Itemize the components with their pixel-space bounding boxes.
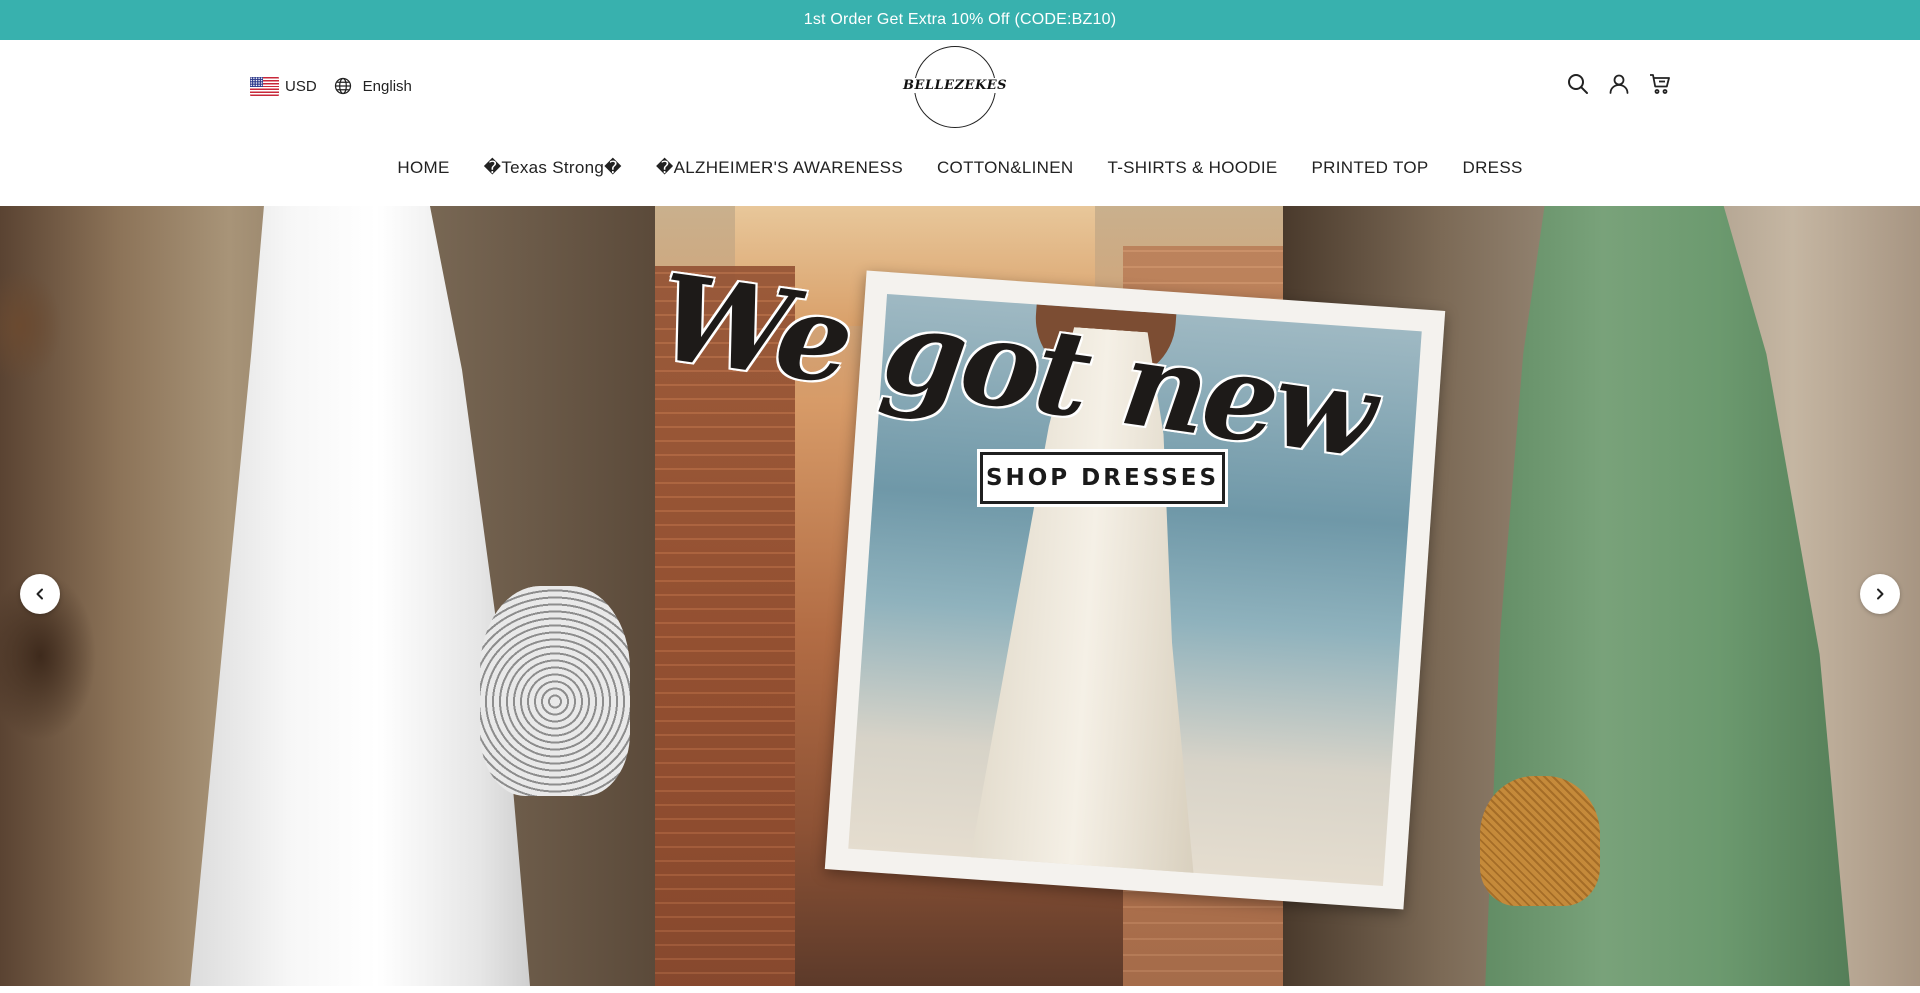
- announcement-text: 1st Order Get Extra 10% Off (CODE:BZ10): [803, 11, 1117, 28]
- globe-icon: [334, 77, 351, 95]
- logo-text: BELLEZEKES: [900, 77, 1010, 93]
- nav-item-cotton-linen[interactable]: COTTON&LINEN: [937, 158, 1073, 178]
- slider-next-button[interactable]: [1860, 574, 1900, 614]
- chevron-left-icon: [36, 588, 43, 600]
- nav-item-home[interactable]: HOME: [397, 158, 449, 178]
- straw-bag-image: [1480, 776, 1600, 906]
- site-logo[interactable]: BELLEZEKES: [900, 46, 1010, 128]
- nav-item-texas-strong[interactable]: �Texas Strong�: [484, 158, 622, 178]
- locale-selector: USD English: [250, 75, 412, 97]
- currency-selector[interactable]: USD: [250, 76, 317, 96]
- search-button[interactable]: [1566, 72, 1590, 96]
- shop-dresses-button[interactable]: SHOP DRESSES: [977, 449, 1228, 507]
- language-label: English: [362, 77, 412, 95]
- nav-item-printed-top[interactable]: PRINTED TOP: [1312, 158, 1429, 178]
- user-icon: [1609, 74, 1629, 94]
- site-header: USD English BELLEZEKES HOME �Texas Stron…: [0, 40, 1920, 206]
- slider-prev-button[interactable]: [20, 574, 60, 614]
- cart-icon: [1650, 74, 1670, 94]
- language-selector[interactable]: English: [333, 76, 412, 96]
- currency-label: USD: [285, 77, 317, 95]
- nav-item-alzheimers-awareness[interactable]: �ALZHEIMER'S AWARENESS: [656, 158, 903, 178]
- announcement-bar: 1st Order Get Extra 10% Off (CODE:BZ10): [0, 0, 1920, 40]
- main-nav: HOME �Texas Strong� �ALZHEIMER'S AWARENE…: [0, 158, 1920, 178]
- nav-item-dress[interactable]: DRESS: [1463, 158, 1523, 178]
- search-icon: [1568, 74, 1588, 94]
- woven-bag-image: [480, 586, 630, 796]
- us-flag-icon: [250, 76, 279, 96]
- header-actions: [1566, 72, 1672, 96]
- cart-button[interactable]: [1648, 72, 1672, 96]
- nav-item-tshirts-hoodie[interactable]: T-SHIRTS & HOODIE: [1107, 158, 1277, 178]
- account-button[interactable]: [1607, 72, 1631, 96]
- chevron-right-icon: [1877, 588, 1884, 600]
